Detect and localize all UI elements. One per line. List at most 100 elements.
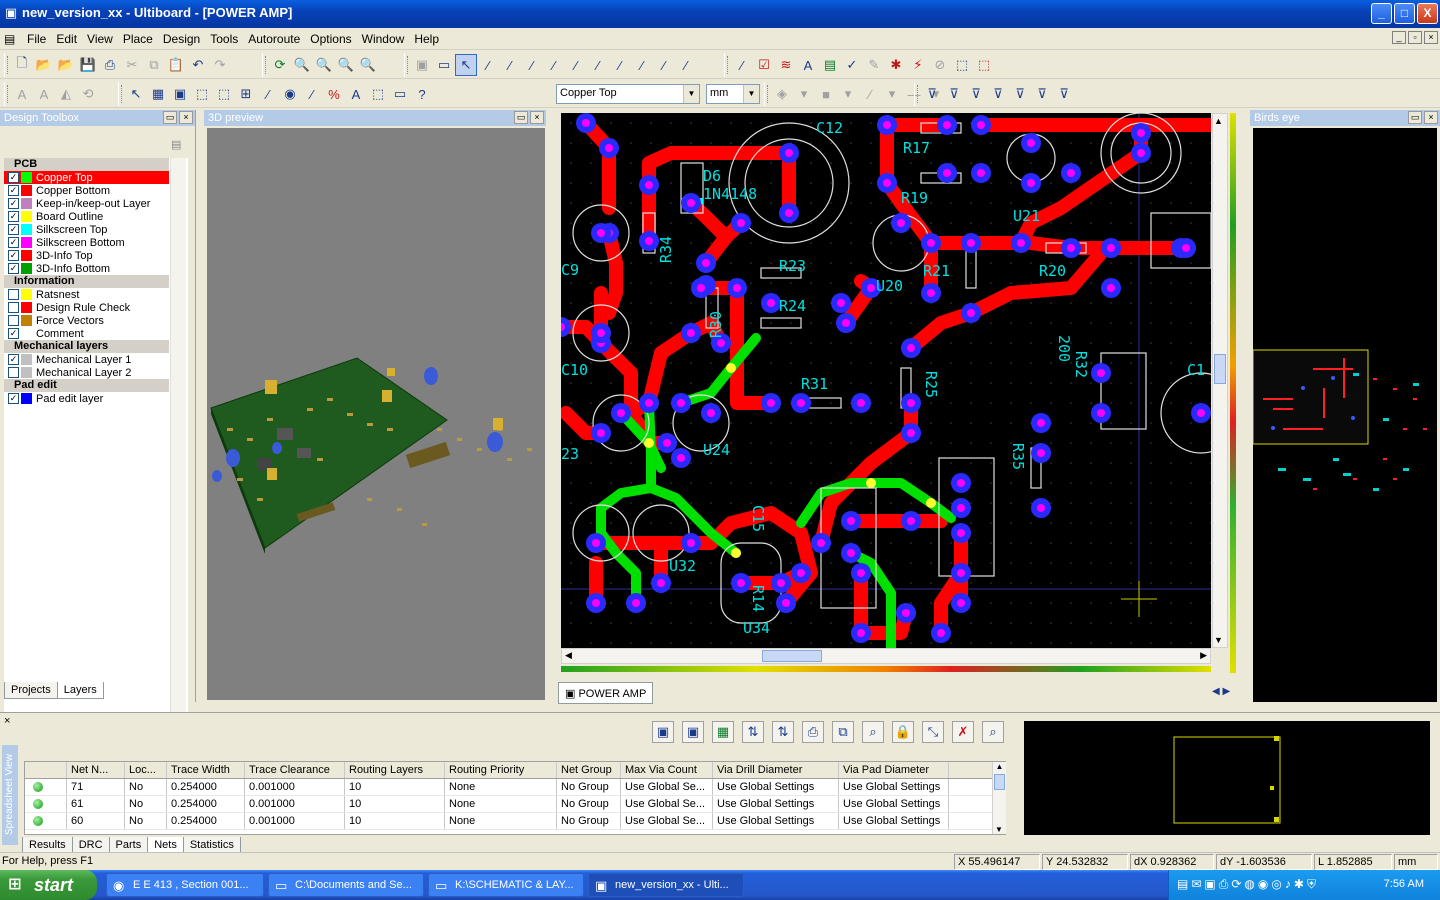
panel-close-icon[interactable]: × (1424, 111, 1438, 124)
table-cell[interactable]: Use Global Se... (621, 796, 713, 812)
scroll-down-icon[interactable]: ▼ (995, 825, 1003, 834)
table-cell[interactable]: Use Global Settings (713, 796, 839, 812)
sort-descending-icon[interactable]: ⇅ (772, 721, 794, 743)
table-cell[interactable]: Use Global Settings (839, 813, 949, 829)
zoom-to-icon[interactable]: ⌕ (982, 721, 1004, 743)
chevron-down-icon[interactable]: ▼ (683, 85, 699, 103)
layer-color-swatch[interactable] (21, 315, 32, 326)
lock-icon[interactable]: 🔒 (892, 721, 914, 743)
align-left-icon[interactable]: A (11, 83, 33, 105)
table-scroll-thumb[interactable] (994, 774, 1005, 790)
tab-projects[interactable]: Projects (4, 682, 58, 699)
route-icon[interactable]: ∕ (609, 54, 631, 76)
flip-icon[interactable]: ◭ (55, 83, 77, 105)
security-shield-icon[interactable]: ⛨ (1307, 877, 1316, 892)
menu-design[interactable]: Design (158, 31, 205, 47)
trace-width-icon[interactable]: ∕ (731, 54, 753, 76)
undo-icon[interactable]: ↶ (187, 54, 209, 76)
zoom-out-icon[interactable]: 🔍 (313, 54, 335, 76)
route-edit-icon[interactable]: ∕ (653, 54, 675, 76)
table-cell[interactable]: None (445, 779, 557, 795)
panel-close-icon[interactable]: × (530, 111, 544, 124)
layer-list-scrollbar[interactable] (170, 158, 186, 770)
via-icon[interactable]: ◉ (279, 83, 301, 105)
rect-fill-icon[interactable]: ■ (815, 83, 837, 105)
taskbar-item-ultiboard[interactable]: ▣ new_version_xx - Ulti... (588, 873, 744, 897)
layer-row[interactable]: ✓ Comment (4, 327, 169, 340)
layer-row[interactable]: Mechanical Layer 2 (4, 366, 169, 379)
globe-icon[interactable]: ◍ (1244, 877, 1254, 892)
mail-icon[interactable]: ✉ (1191, 877, 1201, 892)
line-tool-icon[interactable]: ∕ (477, 54, 499, 76)
layer-color-swatch[interactable] (21, 263, 32, 274)
antivirus-icon[interactable]: ◉ (1258, 877, 1268, 892)
scroll-down-icon[interactable]: ▼ (1214, 635, 1223, 645)
layer-color-swatch[interactable] (21, 250, 32, 261)
save-icon[interactable]: 💾 (77, 54, 99, 76)
chip-icon[interactable]: ▣ (169, 83, 191, 105)
scroll-right-icon[interactable]: ▶ (1200, 650, 1207, 661)
layer-visibility-checkbox[interactable]: ✓ (8, 393, 19, 404)
table-cell[interactable]: 10 (345, 779, 445, 795)
table-cell[interactable]: 0.001000 (245, 796, 345, 812)
text-tool-icon[interactable]: A (797, 54, 819, 76)
layer-color-swatch[interactable] (21, 237, 32, 248)
menu-options[interactable]: Options (305, 31, 356, 47)
maximize-button[interactable]: □ (1394, 3, 1415, 24)
spreadsheet-side-tab[interactable]: Spreadsheet View (2, 745, 18, 845)
filter-pads-icon[interactable]: ⊽ (987, 83, 1009, 105)
layer-visibility-checkbox[interactable]: ✓ (8, 224, 19, 235)
pcb-canvas[interactable]: C12 D6 1N4148 R17 R19 U21 R34 R23 R24 U2… (561, 113, 1211, 648)
zoom-in-icon[interactable]: 🔍 (291, 54, 313, 76)
layer-row[interactable]: ✓ 3D-Info Bottom (4, 262, 169, 275)
pcb-vertical-scrollbar[interactable]: ▲ ▼ (1212, 113, 1228, 648)
menu-place[interactable]: Place (118, 31, 158, 47)
document-icon[interactable]: ▤ (4, 32, 18, 46)
select-pointer-icon[interactable]: ↖ (455, 54, 477, 76)
layer-visibility-checkbox[interactable]: ✓ (8, 172, 19, 183)
ungroup-icon[interactable]: ⬚ (213, 83, 235, 105)
measure-icon[interactable]: ▤ (819, 54, 841, 76)
layer-color-swatch[interactable] (21, 354, 32, 365)
table-cell[interactable]: No (125, 813, 167, 829)
print-icon[interactable]: ⎙ (99, 54, 121, 76)
table-cell[interactable]: 0.254000 (167, 796, 245, 812)
column-header[interactable]: Routing Layers (345, 762, 445, 778)
table-cell[interactable]: Use Global Settings (839, 779, 949, 795)
menu-help[interactable]: Help (409, 31, 444, 47)
table-cell[interactable]: 10 (345, 796, 445, 812)
minimize-button[interactable]: _ (1371, 3, 1392, 24)
printer-icon[interactable]: ⎙ (1219, 877, 1229, 892)
app-icon[interactable]: ▣ (4, 6, 18, 20)
table-cell[interactable]: No Group (557, 779, 621, 795)
arc-tool-icon[interactable]: ∕ (521, 54, 543, 76)
layer-visibility-checkbox[interactable]: ✓ (8, 250, 19, 261)
column-header[interactable]: Net Group (557, 762, 621, 778)
properties-icon[interactable]: ▤ (171, 138, 185, 152)
layer-row[interactable]: Ratsnest (4, 288, 169, 301)
column-header[interactable]: Trace Width (167, 762, 245, 778)
menu-edit[interactable]: Edit (51, 31, 82, 47)
layer-row[interactable]: Design Rule Check (4, 301, 169, 314)
column-header[interactable] (25, 762, 67, 778)
panel-pin-icon[interactable]: ▭ (163, 111, 177, 124)
table-cell[interactable]: 10 (345, 813, 445, 829)
table-cell[interactable]: 61 (67, 796, 125, 812)
menu-window[interactable]: Window (357, 31, 410, 47)
table-cell[interactable]: No Group (557, 796, 621, 812)
copy-icon[interactable]: ⧉ (143, 54, 165, 76)
table-cell[interactable]: No (125, 779, 167, 795)
monitor-icon[interactable]: ▣ (1204, 877, 1215, 892)
layer-visibility-checkbox[interactable] (8, 289, 19, 300)
layer-color-swatch[interactable] (21, 185, 32, 196)
layer-row[interactable]: ✓ Mechanical Layer 1 (4, 353, 169, 366)
filter-all-icon[interactable]: ⊽ (1053, 83, 1075, 105)
layer-visibility-checkbox[interactable] (8, 315, 19, 326)
layer-visibility-checkbox[interactable]: ✓ (8, 328, 19, 339)
chevron-down-icon[interactable]: ▼ (743, 85, 759, 103)
copy-icon[interactable]: ⧉ (832, 721, 854, 743)
layer-color-swatch[interactable] (21, 328, 32, 339)
layer-visibility-checkbox[interactable] (8, 367, 19, 378)
column-header[interactable]: Loc... (125, 762, 167, 778)
table-cell[interactable]: Use Global Se... (621, 813, 713, 829)
